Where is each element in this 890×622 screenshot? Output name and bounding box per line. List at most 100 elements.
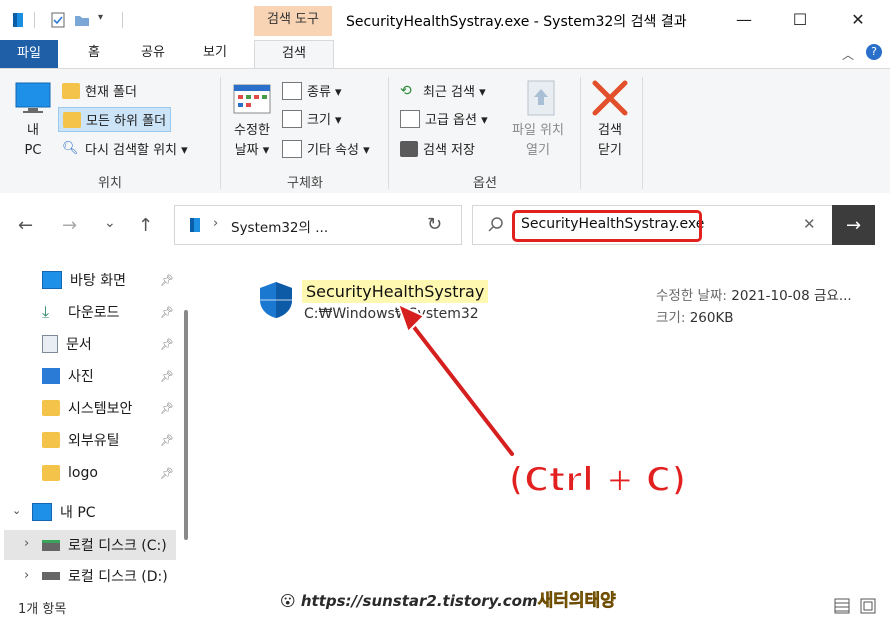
pin-icon[interactable]: 📌︎ [160, 467, 174, 480]
expand-chevron-right-icon[interactable]: › [24, 568, 29, 583]
result-modified: 수정한 날짜: 2021-10-08 금요... [656, 284, 852, 304]
explorer-app-icon [13, 13, 23, 27]
save-icon [400, 140, 418, 157]
search-again-button[interactable]: 🔍︎ 다시 검색할 위치 ▾ [62, 139, 188, 159]
search-again-label: 다시 검색할 위치 ▾ [85, 143, 188, 158]
tab-home[interactable]: 홈 [74, 40, 114, 66]
title-divider-2 [122, 12, 123, 28]
help-icon[interactable]: ? [866, 44, 882, 60]
search-go-button[interactable]: → [832, 205, 875, 245]
search-clear-button[interactable]: ✕ [803, 215, 816, 233]
date-modified-button[interactable]: 수정한 날짜 ▾ [224, 121, 280, 161]
address-text: System32의 ... [231, 220, 329, 236]
folder-icon [42, 432, 60, 448]
advanced-options-button[interactable]: 고급 옵션 ▾ [400, 109, 488, 128]
watermark-url: https://sunstar2.tistory.com [300, 592, 538, 610]
nav-label: 외부유틸 [68, 433, 120, 449]
large-icons-view-icon[interactable] [860, 598, 876, 614]
recent-locations-button[interactable]: ⌄ [104, 215, 116, 231]
all-subfolders-button[interactable]: 모든 하위 폴더 [58, 107, 172, 132]
result-size: 크기: 260KB [656, 306, 734, 326]
pin-icon[interactable]: 📌︎ [160, 402, 174, 415]
nav-label: 로컬 디스크 (C:) [68, 538, 167, 554]
nav-label: 다운로드 [68, 305, 120, 321]
other-properties-button[interactable]: 기타 속성 ▾ [282, 139, 370, 158]
nav-label: 바탕 화면 [70, 273, 126, 289]
folder-icon [42, 465, 60, 481]
copy-annotation-text: 복사(Ctrl + C) [445, 459, 687, 501]
pin-icon[interactable]: 📌︎ [160, 306, 174, 319]
this-pc-label-2: PC [24, 143, 42, 158]
window-title: SecurityHealthSystray.exe - System32의 검색… [346, 14, 687, 30]
address-bar[interactable]: › System32의 ... ↻ [174, 205, 462, 245]
ribbon-separator-2 [388, 77, 389, 189]
collapse-ribbon-icon[interactable]: ︿ [842, 46, 854, 63]
ribbon-separator-3 [580, 77, 581, 189]
pin-icon[interactable]: 📌︎ [160, 274, 174, 287]
close-search-label-2: 닫기 [598, 143, 622, 158]
tab-share[interactable]: 공유 [130, 40, 176, 66]
shield-icon [260, 282, 292, 318]
maximize-button[interactable]: ☐ [772, 0, 828, 38]
ribbon-separator [220, 77, 221, 189]
calendar-icon [233, 84, 271, 114]
tab-search[interactable]: 검색 [254, 40, 334, 69]
current-folder-button[interactable]: 현재 폴더 [62, 81, 137, 100]
nav-label: logo [68, 465, 98, 481]
recent-searches-button[interactable]: ⟲ 최근 검색 ▾ [400, 81, 486, 101]
navigation-bar: ← → ⌄ ↑ › System32의 ... ↻ SecurityHealth… [0, 193, 890, 259]
close-search-label-1: 검색 [598, 123, 622, 138]
properties-icon[interactable] [50, 12, 66, 28]
nav-label: 문서 [66, 337, 92, 353]
size-label: 크기 ▾ [307, 113, 342, 128]
close-search-button[interactable]: 검색닫기 [586, 121, 634, 161]
kind-icon [282, 81, 302, 100]
kind-button[interactable]: 종류 ▾ [282, 81, 342, 100]
document-icon [42, 335, 58, 353]
search-tools-context-label: 검색 도구 [254, 6, 332, 36]
watermark: 😮 https://sunstar2.tistory.com새터의태양 [280, 591, 616, 612]
close-button[interactable]: ✕ [830, 0, 886, 38]
drive-icon [42, 572, 60, 580]
this-pc-button[interactable]: 내 PC [14, 121, 52, 161]
new-folder-icon[interactable] [74, 12, 90, 28]
open-location-label-1: 파일 위치 [512, 123, 564, 138]
up-button[interactable]: ↑ [138, 215, 153, 236]
group-options-label: 옵션 [473, 176, 497, 191]
details-view-icon[interactable] [834, 598, 850, 614]
expand-chevron-down-icon[interactable]: ⌄ [12, 504, 21, 517]
refresh-button[interactable]: ↻ [427, 214, 442, 235]
recent-searches-icon: ⟲ [400, 82, 412, 99]
folder-icon [42, 400, 60, 416]
title-divider [34, 12, 35, 28]
pin-icon[interactable]: 📌︎ [160, 434, 174, 447]
tab-file[interactable]: 파일 [0, 40, 58, 68]
advanced-options-label: 고급 옵션 ▾ [425, 113, 488, 128]
nav-pane-scrollbar[interactable] [184, 310, 188, 540]
expand-chevron-right-icon[interactable]: › [24, 536, 29, 551]
search-icon [488, 217, 503, 232]
tab-view[interactable]: 보기 [192, 40, 238, 66]
ribbon: 내 PC 현재 폴더 모든 하위 폴더 🔍︎ 다시 검색할 위치 ▾ 위치 수정한 날… [0, 68, 890, 194]
size-button[interactable]: 크기 ▾ [282, 109, 342, 128]
quick-access-dropdown-icon[interactable]: ▾ [98, 12, 114, 28]
group-refine-label: 구체화 [287, 176, 323, 191]
ribbon-tab-bar: 파일 홈 공유 보기 검색 ︿ ? [0, 40, 890, 69]
back-button[interactable]: ← [18, 215, 33, 236]
modified-key: 수정한 날짜: [656, 288, 727, 304]
minimize-button[interactable]: — [716, 0, 772, 38]
open-location-label-2: 열기 [526, 143, 550, 158]
recent-searches-label: 최근 검색 ▾ [423, 85, 486, 100]
search-highlight-box [512, 210, 702, 242]
title-bar: ▾ 검색 도구 SecurityHealthSystray.exe - Syst… [0, 0, 890, 40]
group-location-label: 위치 [98, 176, 122, 191]
search-again-icon: 🔍︎ [62, 140, 79, 156]
save-search-button[interactable]: 검색 저장 [400, 139, 475, 158]
pin-icon[interactable]: 📌︎ [160, 370, 174, 383]
desktop-icon [42, 271, 62, 289]
subfolder-icon [63, 111, 81, 128]
forward-button[interactable]: → [62, 215, 77, 236]
pin-icon[interactable]: 📌︎ [160, 338, 174, 351]
nav-label: 로컬 디스크 (D:) [68, 569, 168, 585]
open-file-location-button[interactable]: 파일 위치열기 [500, 121, 576, 161]
